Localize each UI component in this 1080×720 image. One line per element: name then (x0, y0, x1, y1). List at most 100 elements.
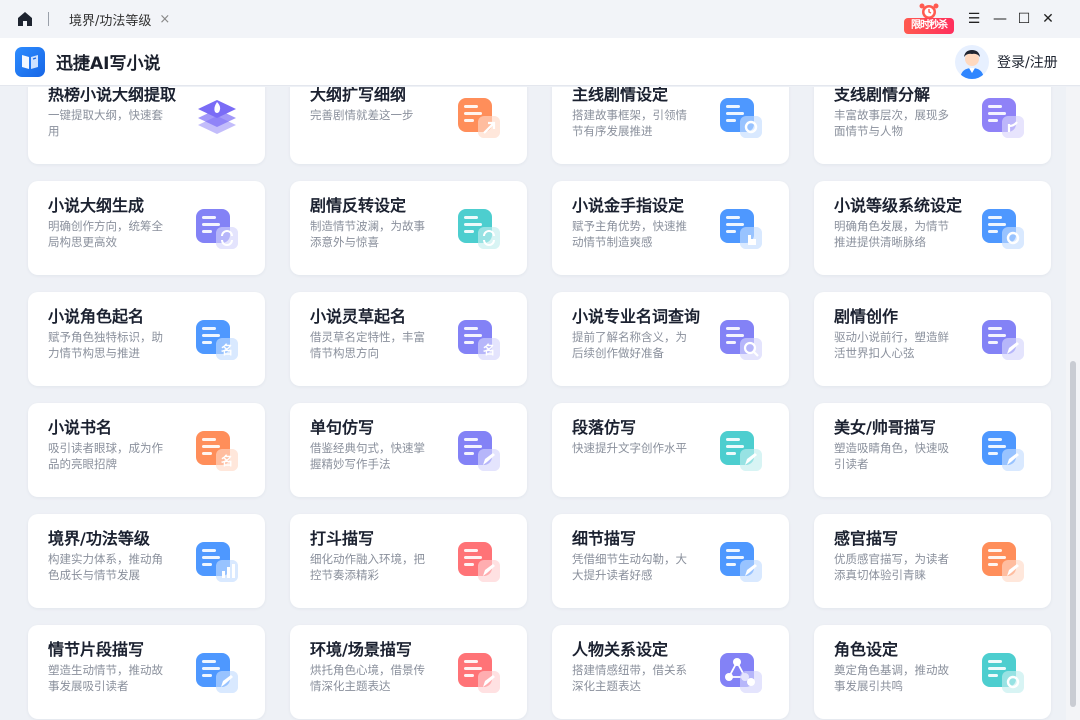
tool-card-title: 细节描写 (572, 529, 637, 548)
fist-edit-icon (454, 536, 504, 586)
tool-card[interactable]: 小说专业名词查询 提前了解名称含义，为后续创作做好准备 (552, 292, 789, 386)
tool-card-description: 借鉴经典句式，快速掌握精妙写作手法 (310, 441, 425, 471)
tool-card-title: 境界/功法等级 (48, 529, 150, 548)
minimize-button[interactable]: — (990, 9, 1010, 29)
tool-card-title: 剧情创作 (834, 307, 899, 326)
tool-card-description: 赋予主角优势，快速推动情节制造爽感 (572, 219, 687, 249)
tool-card-title: 热榜小说大纲提取 (48, 87, 177, 104)
app-name: 迅捷AI写小说 (56, 54, 161, 74)
tool-card-title: 小说专业名词查询 (572, 307, 701, 326)
book-name-icon: 名 (192, 425, 242, 475)
doc-pen-icon (978, 314, 1028, 364)
person-chart-icon (192, 536, 242, 586)
tool-card[interactable]: 热榜小说大纲提取一键提取大纲，快速套用 (28, 87, 265, 164)
tool-card-description: 塑造吸睛角色，快速吸引读者 (834, 441, 949, 471)
login-register-link[interactable]: 登录/注册 (997, 52, 1058, 72)
app-header: 迅捷AI写小说 登录/注册 (0, 38, 1080, 86)
svg-text:名: 名 (483, 342, 495, 357)
tool-card-description: 驱动小说前行，塑造鲜活世界扣人心弦 (834, 330, 949, 360)
tool-card-title: 小说大纲生成 (48, 196, 145, 215)
tool-card[interactable]: 小说金手指设定赋予主角优势，快速推动情节制造爽感 (552, 181, 789, 275)
tool-card-description: 奠定角色基调，推动故事发展引共鸣 (834, 663, 949, 693)
tool-card-description: 吸引读者眼球，成为作品的亮眼招牌 (48, 441, 163, 471)
mask-name-icon: 名 (192, 314, 242, 364)
title-separator (48, 12, 49, 26)
tool-card-title: 小说书名 (48, 418, 113, 437)
tool-card-description: 完善剧情就差这一步 (310, 108, 414, 122)
tool-card-title: 情节片段描写 (48, 640, 145, 659)
paragraph-edit-icon (716, 425, 766, 475)
tool-card[interactable]: 支线剧情分解丰富故事层次，展现多面情节与人物 (814, 87, 1051, 164)
svg-text:名: 名 (221, 342, 233, 357)
tool-card-title: 小说金手指设定 (572, 196, 685, 215)
tool-card[interactable]: 角色设定 奠定角色基调，推动故事发展引共鸣 (814, 625, 1051, 719)
face-edit-icon (978, 425, 1028, 475)
tool-card-title: 打斗描写 (310, 529, 375, 548)
tool-card[interactable]: 剧情创作驱动小说前行，塑造鲜活世界扣人心弦 (814, 292, 1051, 386)
tool-card-title: 单句仿写 (310, 418, 375, 437)
promo-badge[interactable]: 限时秒杀 (902, 2, 956, 36)
tool-card-description: 凭借细节生动勾勒，大大提升读者好感 (572, 552, 687, 582)
scene-edit-icon (454, 647, 504, 697)
atom-edit-icon (716, 536, 766, 586)
lips-edit-icon (978, 536, 1028, 586)
tool-card-description: 烘托角色心境，借景传情深化主题表达 (310, 663, 425, 693)
tool-card[interactable]: 小说角色起名 赋予角色独特标识，助力情节构思与推进 名 (28, 292, 265, 386)
tool-card[interactable]: 小说等级系统设定明确角色发展，为情节推进提供清晰脉络 (814, 181, 1051, 275)
tool-card[interactable]: 环境/场景描写烘托角色心境，借景传情深化主题表达 (290, 625, 527, 719)
leaf-name-icon: 名 (454, 314, 504, 364)
menu-icon[interactable]: ☰ (964, 9, 984, 29)
list-expand-icon (454, 92, 504, 142)
home-icon[interactable] (16, 10, 34, 28)
doc-branch-icon (978, 92, 1028, 142)
tool-card-description: 一键提取大纲，快速套用 (48, 108, 163, 138)
tool-card[interactable]: 情节片段描写塑造生动情节，推动故事发展吸引读者 (28, 625, 265, 719)
doc-refresh-icon (192, 203, 242, 253)
tool-card[interactable]: 主线剧情设定 搭建故事框架，引领情节有序发展推进 (552, 87, 789, 164)
map-search-icon (716, 314, 766, 364)
tab-close-icon[interactable]: × (159, 12, 170, 27)
tool-card[interactable]: 单句仿写借鉴经典句式，快速掌握精妙写作手法 (290, 403, 527, 497)
tool-card-title: 美女/帅哥描写 (834, 418, 936, 437)
star-gear-icon (978, 203, 1028, 253)
tab-title[interactable]: 境界/功法等级 (69, 10, 151, 29)
tool-card[interactable]: 人物关系设定搭建情感纽带，借关系深化主题表达 (552, 625, 789, 719)
mask-gear-icon (978, 647, 1028, 697)
list-turn-icon (454, 203, 504, 253)
tool-card-description: 丰富故事层次，展现多面情节与人物 (834, 108, 949, 138)
tool-card-description: 明确角色发展，为情节推进提供清晰脉络 (834, 219, 949, 249)
tool-card-title: 小说角色起名 (48, 307, 145, 326)
tool-card[interactable]: 大纲扩写细纲 完善剧情就差这一步 (290, 87, 527, 164)
maximize-button[interactable]: ☐ (1014, 9, 1034, 29)
tool-card-title: 环境/场景描写 (310, 640, 412, 659)
tool-card[interactable]: 段落仿写 快速提升文字创作水平 (552, 403, 789, 497)
tool-card-description: 制造情节波澜，为故事添意外与惊喜 (310, 219, 425, 249)
tool-card[interactable]: 小说书名吸引读者眼球，成为作品的亮眼招牌 名 (28, 403, 265, 497)
tool-card[interactable]: 境界/功法等级 构建实力体系，推动角色成长与情节发展 (28, 514, 265, 608)
tool-card[interactable]: 打斗描写细化动作融入环境，把控节奏添精彩 (290, 514, 527, 608)
tool-card[interactable]: 感官描写 优质感官描写，为读者添真切体验引青睐 (814, 514, 1051, 608)
close-button[interactable]: ✕ (1038, 9, 1058, 29)
scrollbar[interactable] (1066, 87, 1080, 720)
svg-text:名: 名 (221, 453, 233, 468)
tool-card-title: 支线剧情分解 (834, 87, 931, 104)
map-finger-icon (716, 203, 766, 253)
tool-card-title: 人物关系设定 (572, 640, 669, 659)
tool-card[interactable]: 小说灵草起名 借灵草名定特性，丰富情节构思方向 名 (290, 292, 527, 386)
tool-card-description: 搭建情感纽带，借关系深化主题表达 (572, 663, 687, 693)
tool-card-description: 借灵草名定特性，丰富情节构思方向 (310, 330, 425, 360)
play-edit-icon (192, 647, 242, 697)
tool-card-title: 小说等级系统设定 (834, 196, 963, 215)
doc-gear-icon (716, 92, 766, 142)
tool-card[interactable]: 美女/帅哥描写塑造吸睛角色，快速吸引读者 (814, 403, 1051, 497)
tool-card[interactable]: 小说大纲生成 明确创作方向，统筹全局构思更高效 (28, 181, 265, 275)
tool-card-title: 主线剧情设定 (572, 87, 669, 104)
tool-card[interactable]: 细节描写凭借细节生动勾勒，大大提升读者好感 (552, 514, 789, 608)
tool-card-description: 塑造生动情节，推动故事发展吸引读者 (48, 663, 163, 693)
tool-card-description: 细化动作融入环境，把控节奏添精彩 (310, 552, 425, 582)
scrollbar-thumb[interactable] (1070, 361, 1076, 707)
tool-card[interactable]: 剧情反转设定 制造情节波澜，为故事添意外与惊喜 (290, 181, 527, 275)
network-icon (716, 647, 766, 697)
avatar[interactable] (955, 45, 989, 79)
tool-card-title: 感官描写 (834, 529, 899, 548)
